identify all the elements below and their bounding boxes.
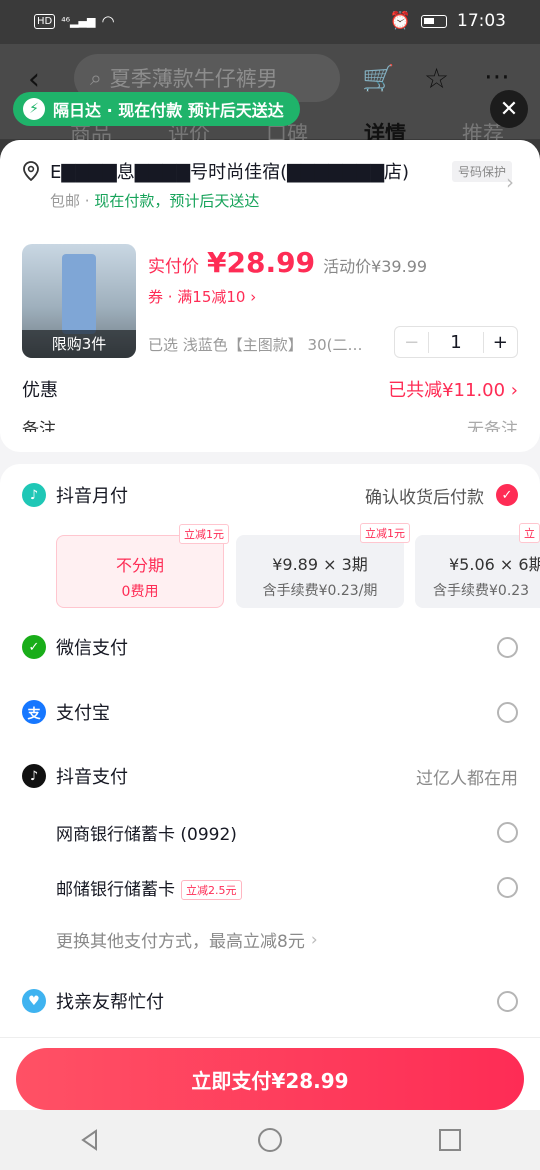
pay-now-button[interactable]: 立即支付¥28.99	[16, 1048, 524, 1110]
order-card: E▇▇▇▇息▇▇▇▇号时尚佳宿(▇▇▇▇▇▇▇店) 号码保护 › 包邮 · 现在…	[0, 140, 540, 452]
product-image[interactable]: 限购3件	[22, 244, 136, 358]
more-chevron-icon: ›	[310, 929, 318, 950]
cart-icon[interactable]: 🛒	[362, 64, 394, 94]
close-icon: ✕	[499, 96, 519, 122]
wechat-label: 微信支付	[56, 638, 128, 659]
price-label: 实付价	[148, 257, 199, 277]
douyin-monthly-note: 确认收货后付款	[365, 487, 484, 508]
address-text: E▇▇▇▇息▇▇▇▇号时尚佳宿(▇▇▇▇▇▇▇店)	[50, 162, 410, 183]
discount-value: 已共减¥11.00 ›	[388, 380, 518, 401]
remark-row[interactable]: 备注 无备注	[22, 414, 518, 432]
hd-icon: HD	[34, 13, 56, 29]
wechat-pay-icon: ✓	[22, 635, 46, 659]
heart-icon: ♥	[22, 989, 46, 1013]
delivery-toast: ⚡ 隔日达 · 现在付款 预计后天送达	[13, 92, 300, 126]
plan-badge: 立	[519, 523, 540, 543]
alipay-radio[interactable]	[497, 701, 518, 723]
spec-selection[interactable]: 已选 浅蓝色【主图款】 30(二…	[148, 334, 384, 355]
douyin-pay-icon: ♪	[22, 764, 46, 788]
plan-sub: 0费用	[121, 584, 159, 600]
shipping-eta: 现在付款，预计后天送达	[94, 192, 260, 210]
plan-sub: 含手续费¥0.23/期	[262, 583, 378, 599]
plan-title: ¥5.06 × 6期	[449, 555, 540, 574]
plan-6-installments[interactable]: 立 ¥5.06 × 6期 含手续费¥0.23	[415, 523, 540, 608]
search-text: 夏季薄款牛仔裤男	[109, 67, 278, 91]
price-row: 实付价 ¥28.99 活动价¥39.99	[148, 246, 427, 279]
phone-protection-tag: 号码保护	[451, 160, 512, 182]
status-right: ⏰ 17:03	[390, 11, 506, 31]
bank2-discount-tag: 立减2.5元	[181, 880, 242, 900]
more-icon[interactable]: ⋯	[484, 62, 510, 92]
payment-option-douyin-monthly[interactable]: ♪ 抖音月付 确认收货后付款 ✓	[22, 482, 518, 508]
douyin-pay-note: 过亿人都在用	[416, 768, 518, 789]
plan-badge: 立减1元	[179, 524, 229, 544]
payment-option-douyin-pay[interactable]: ♪ 抖音支付 过亿人都在用	[22, 763, 518, 789]
price-value: ¥28.99	[207, 246, 316, 279]
address-row[interactable]: E▇▇▇▇息▇▇▇▇号时尚佳宿(▇▇▇▇▇▇▇店) 号码保护	[22, 158, 512, 184]
friend-label: 找亲友帮忙付	[56, 992, 164, 1013]
discount-row[interactable]: 优惠 已共减¥11.00 ›	[22, 376, 518, 402]
toast-text: 隔日达 · 现在付款 预计后天送达	[53, 101, 284, 120]
checkout-sheet: E▇▇▇▇息▇▇▇▇号时尚佳宿(▇▇▇▇▇▇▇店) 号码保护 › 包邮 · 现在…	[0, 140, 540, 1170]
signal-indicators: HD ⁴⁶▂▄▆ ◠	[34, 12, 115, 30]
star-icon[interactable]: ☆	[424, 62, 449, 95]
bank1-radio[interactable]	[497, 822, 518, 843]
jeans-illustration	[62, 254, 96, 334]
plan-3-installments[interactable]: 立减1元 ¥9.89 × 3期 含手续费¥0.23/期	[236, 523, 410, 608]
coupon-chevron-icon: ›	[250, 288, 257, 306]
coupon-link[interactable]: 券 · 满15减10 ›	[148, 286, 256, 307]
status-bar: HD ⁴⁶▂▄▆ ◠ ⏰ 17:03	[0, 0, 540, 44]
douyin-monthly-icon: ♪	[22, 483, 46, 507]
clock: 17:03	[457, 11, 506, 31]
bank-card-option-2[interactable]: 邮储银行储蓄卡 立减2.5元	[56, 875, 518, 900]
plan-no-installment[interactable]: 立减1元 不分期 0费用	[56, 524, 229, 608]
bank2-label: 邮储银行储蓄卡	[56, 880, 175, 900]
address-chevron-icon[interactable]: ›	[506, 170, 514, 194]
coupon-text: 券 · 满15减10	[148, 288, 246, 306]
lightning-icon: ⚡	[23, 98, 45, 120]
checked-icon[interactable]: ✓	[496, 484, 518, 506]
quantity-value[interactable]: 1	[429, 332, 482, 353]
location-pin-icon	[23, 161, 39, 181]
battery-icon	[421, 14, 447, 28]
quantity-stepper: − 1 +	[394, 326, 518, 358]
minus-button[interactable]: −	[395, 331, 430, 353]
friend-radio[interactable]	[497, 990, 518, 1012]
wechat-radio[interactable]	[497, 636, 518, 658]
shipping-prefix: 包邮 ·	[50, 192, 95, 210]
bank2-radio[interactable]	[497, 877, 518, 898]
alipay-label: 支付宝	[56, 703, 110, 724]
search-icon: ⌕	[90, 65, 102, 90]
bank-card-option-1[interactable]: 网商银行储蓄卡 (0992)	[56, 820, 518, 845]
more-payment-methods[interactable]: 更换其他支付方式，最高立减8元 ›	[56, 927, 518, 953]
nav-recent-icon[interactable]	[438, 1128, 462, 1152]
bank1-label: 网商银行储蓄卡 (0992)	[56, 825, 237, 845]
nav-home-icon[interactable]	[257, 1127, 283, 1153]
shipping-info: 包邮 · 现在付款，预计后天送达	[50, 190, 259, 211]
plan-title: 不分期	[115, 556, 164, 575]
payment-option-alipay[interactable]: 支 支付宝	[22, 699, 518, 725]
signal-icon: ⁴⁶▂▄▆	[61, 14, 96, 28]
close-button[interactable]: ✕	[490, 90, 528, 128]
remark-label: 备注	[22, 420, 56, 432]
discount-label: 优惠	[22, 380, 58, 401]
alarm-icon: ⏰	[389, 11, 411, 31]
limit-badge: 限购3件	[22, 330, 136, 358]
douyin-monthly-label: 抖音月付	[56, 486, 128, 507]
alipay-icon: 支	[22, 700, 46, 724]
system-nav-bar	[0, 1110, 540, 1170]
more-payment-label: 更换其他支付方式，最高立减8元	[56, 932, 305, 952]
discount-amount: 已共减¥11.00	[388, 380, 506, 401]
remark-value: 无备注	[467, 420, 518, 432]
payment-option-wechat[interactable]: ✓ 微信支付	[22, 634, 518, 660]
plus-button[interactable]: +	[482, 331, 517, 353]
wifi-icon: ◠	[101, 12, 115, 30]
plan-badge: 立减1元	[360, 523, 410, 543]
plan-sub: 含手续费¥0.23	[433, 583, 530, 599]
nav-back-icon[interactable]	[78, 1128, 102, 1152]
activity-price: 活动价¥39.99	[323, 257, 428, 276]
douyin-pay-label: 抖音支付	[56, 767, 128, 788]
payment-option-friend[interactable]: ♥ 找亲友帮忙付	[22, 988, 518, 1014]
plan-title: ¥9.89 × 3期	[272, 555, 368, 574]
